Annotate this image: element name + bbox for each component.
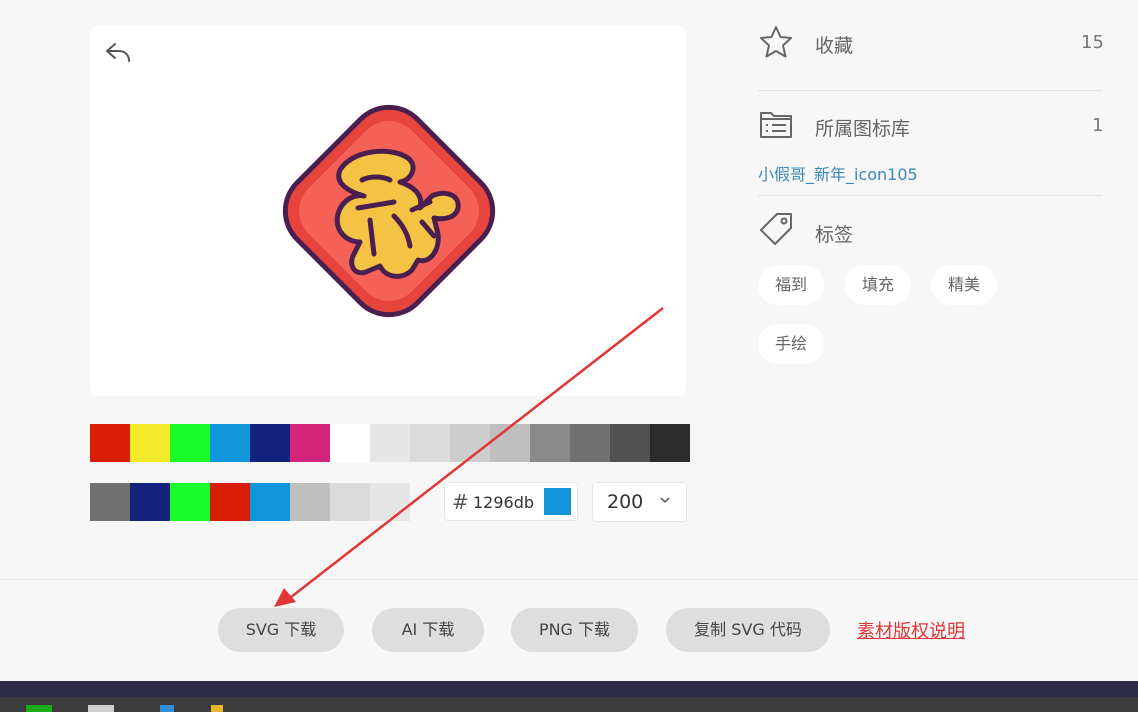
png-download-button[interactable]: PNG 下载 — [511, 608, 638, 652]
color-preview-swatch — [544, 488, 571, 515]
color-swatch[interactable] — [290, 483, 330, 521]
favorites-label[interactable]: 收藏 — [815, 31, 853, 58]
color-palette-row-1 — [90, 424, 690, 462]
svg-download-button[interactable]: SVG 下载 — [218, 608, 344, 652]
hash-icon: # — [452, 490, 469, 514]
color-swatch[interactable] — [650, 424, 690, 462]
color-swatch[interactable] — [370, 424, 410, 462]
color-swatch[interactable] — [490, 424, 530, 462]
undo-icon[interactable] — [104, 40, 132, 64]
tag-icon — [760, 213, 792, 245]
color-swatch[interactable] — [570, 424, 610, 462]
color-swatch[interactable] — [170, 483, 210, 521]
color-swatch[interactable] — [130, 424, 170, 462]
tags-label: 标签 — [815, 224, 854, 246]
license-link[interactable]: 素材版权说明 — [857, 617, 965, 643]
tag-chip[interactable]: 填充 — [845, 265, 911, 305]
color-swatch[interactable] — [330, 424, 370, 462]
color-swatch[interactable] — [90, 424, 130, 462]
color-swatch[interactable] — [90, 483, 130, 521]
color-swatch[interactable] — [610, 424, 650, 462]
color-swatch[interactable] — [450, 424, 490, 462]
library-link[interactable]: 小假哥_新年_icon105 — [758, 161, 918, 185]
hex-value[interactable]: 1296db — [473, 493, 534, 512]
ai-download-button[interactable]: AI 下载 — [372, 608, 484, 652]
color-swatch[interactable] — [250, 424, 290, 462]
color-swatch[interactable] — [530, 424, 570, 462]
fu-icon — [282, 104, 496, 318]
color-swatch[interactable] — [130, 483, 170, 521]
color-swatch[interactable] — [210, 483, 250, 521]
color-swatch[interactable] — [410, 424, 450, 462]
library-count: 1 — [1092, 115, 1104, 136]
divider — [758, 195, 1102, 196]
favorites-count: 15 — [1081, 32, 1104, 53]
color-swatch[interactable] — [210, 424, 250, 462]
color-swatch[interactable] — [370, 483, 410, 521]
color-swatch[interactable] — [250, 483, 290, 521]
color-swatch[interactable] — [170, 424, 210, 462]
color-palette-row-2 — [90, 483, 410, 521]
taskbar-app-icon[interactable] — [211, 705, 223, 712]
taskbar-app-icon[interactable] — [160, 705, 174, 712]
divider — [758, 90, 1102, 91]
color-swatch[interactable] — [330, 483, 370, 521]
color-swatch[interactable] — [290, 424, 330, 462]
taskbar-app-icon[interactable] — [26, 705, 52, 712]
chevron-down-icon — [660, 497, 670, 504]
taskbar-app-icon[interactable] — [88, 705, 114, 712]
folder-icon — [760, 112, 792, 138]
tag-chip[interactable]: 手绘 — [758, 324, 824, 364]
tag-chip[interactable]: 福到 — [758, 265, 824, 305]
star-icon[interactable] — [758, 24, 794, 60]
tag-chip[interactable]: 精美 — [931, 265, 997, 305]
size-value: 200 — [607, 491, 644, 513]
copy-svg-code-button[interactable]: 复制 SVG 代码 — [666, 608, 830, 652]
library-label: 所属图标库 — [815, 118, 911, 140]
